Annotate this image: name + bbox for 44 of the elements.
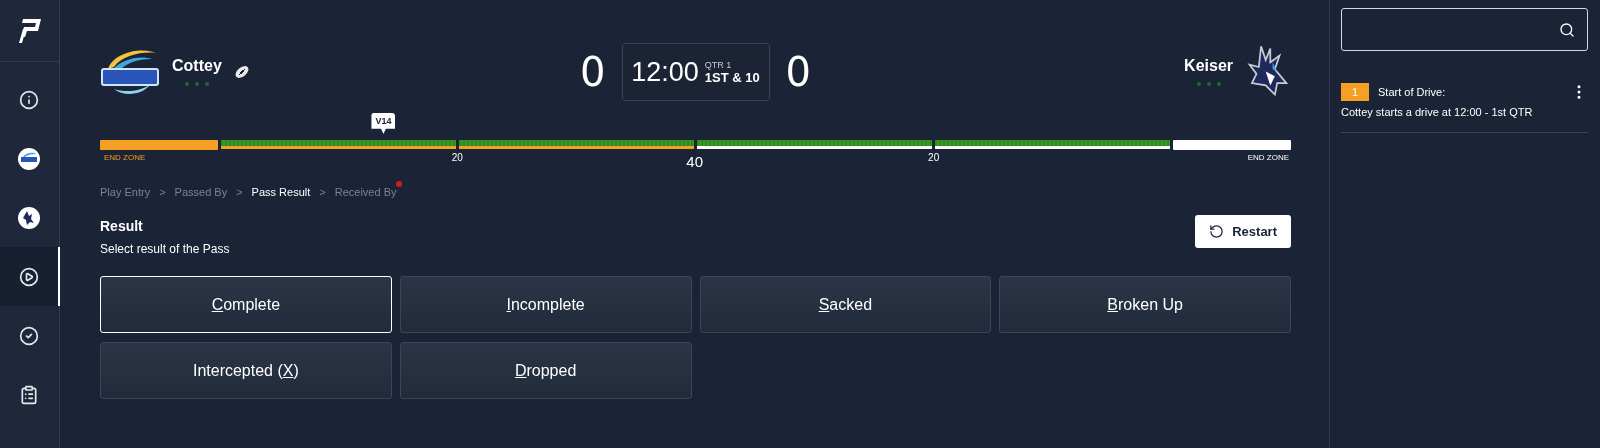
- info-icon: [19, 89, 39, 110]
- yard-label: 20: [451, 152, 463, 163]
- restart-button[interactable]: Restart: [1195, 215, 1291, 248]
- play-icon: [19, 266, 39, 287]
- breadcrumb-separator: >: [236, 186, 243, 198]
- team-logo: [18, 206, 40, 229]
- team-name: Keiser: [1184, 57, 1233, 75]
- game-clock: 12:00: [631, 56, 699, 88]
- search-field[interactable]: [1341, 8, 1588, 51]
- score: 0: [785, 49, 811, 95]
- status-dots: [183, 81, 210, 87]
- score: 0: [580, 49, 606, 95]
- breadcrumb-separator: >: [159, 186, 166, 198]
- down-label: 1ST & 10: [704, 69, 760, 85]
- breadcrumb-link[interactable]: Received By: [334, 186, 397, 198]
- nav-item[interactable]: [0, 247, 60, 306]
- result-option[interactable]: Sacked: [699, 276, 992, 333]
- app-logo[interactable]: [16, 16, 43, 45]
- result-option[interactable]: Intercepted (X): [100, 342, 392, 399]
- breadcrumb-link[interactable]: Play Entry: [100, 186, 151, 198]
- quarter-label: QTR 1: [704, 59, 733, 70]
- end-zone-label: END ZONE: [1247, 153, 1289, 162]
- drive-title: Start of Drive:: [1378, 86, 1447, 98]
- section-title: Result: [100, 218, 144, 234]
- clipboard-icon: [19, 384, 39, 405]
- yard-label: 20: [928, 152, 940, 163]
- end-zone-label: END ZONE: [104, 153, 146, 162]
- drive-number: 1: [1341, 83, 1369, 101]
- team-logo: [18, 147, 40, 170]
- restart-icon: [1209, 224, 1225, 239]
- result-option[interactable]: Dropped: [399, 342, 692, 399]
- breadcrumb-link[interactable]: Pass Result: [251, 186, 311, 198]
- result-option[interactable]: Complete: [100, 276, 392, 333]
- check-icon: [19, 325, 39, 346]
- drive-description: Cottey starts a drive at 12:00 - 1st QTR: [1341, 106, 1534, 118]
- team-name: Cottey: [172, 57, 222, 75]
- status-dots: [1195, 81, 1222, 87]
- yard-label: 40: [686, 153, 703, 170]
- breadcrumb-link[interactable]: Passed By: [174, 186, 228, 198]
- section-subtitle: Select result of the Pass: [100, 242, 230, 256]
- result-option[interactable]: Broken Up: [999, 276, 1291, 333]
- result-option[interactable]: Incomplete: [399, 276, 692, 333]
- search-icon: [1559, 21, 1575, 38]
- breadcrumb-separator: >: [319, 186, 326, 198]
